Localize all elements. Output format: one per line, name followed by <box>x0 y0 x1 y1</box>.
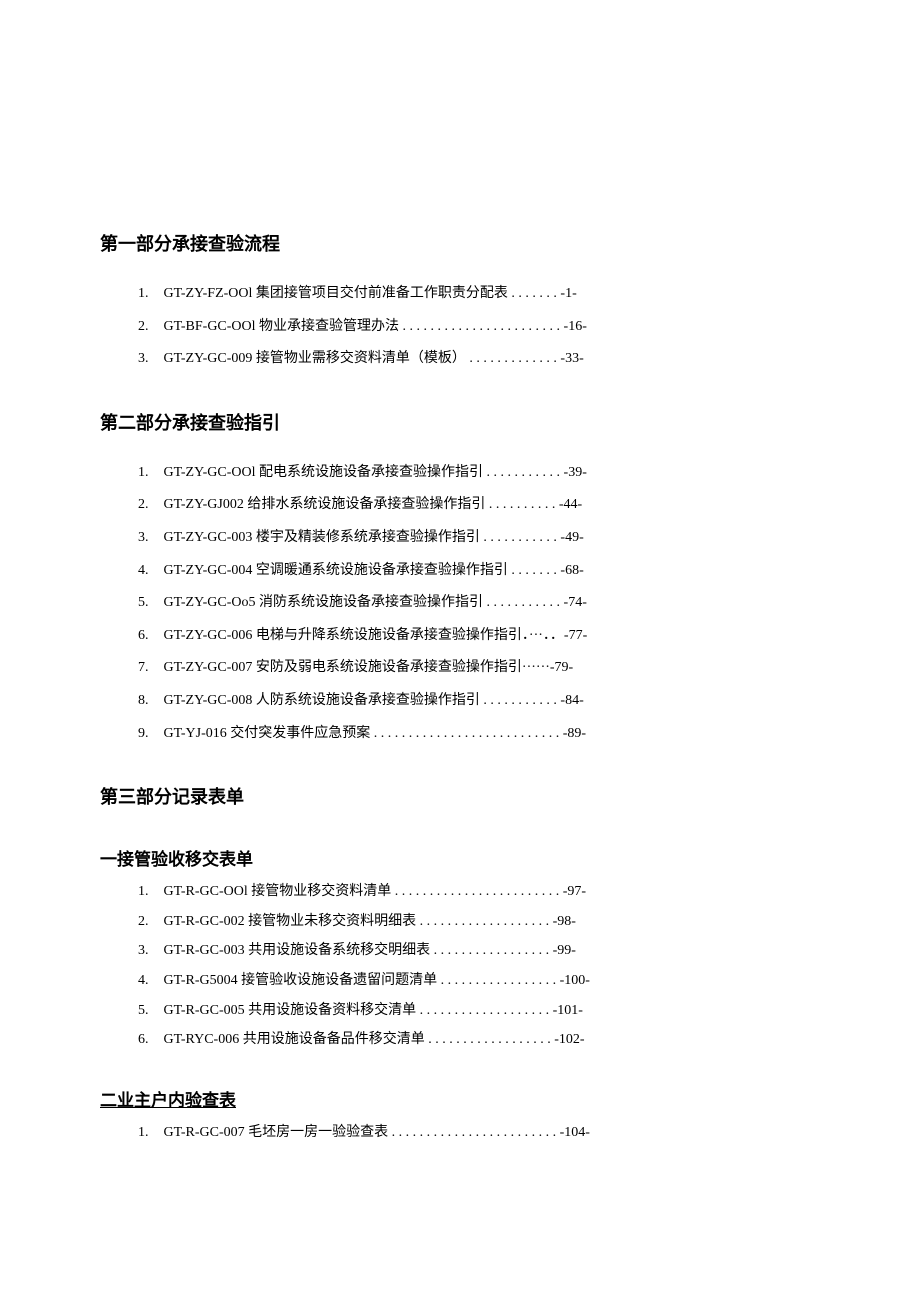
subsection-3-2-heading: 二业主户内验查表 <box>100 1086 820 1111</box>
toc-entry: 8. GT-ZY-GC-008 人防系统设施设备承接查验操作指引 . . . .… <box>138 691 820 711</box>
toc-text: GT-RYC-006 共用设施设备备品件移交清单 . . . . . . . .… <box>164 1032 585 1047</box>
section-1-heading: 第一部分承接查验流程 <box>100 230 820 256</box>
toc-text: GT-ZY-GC-004 空调暖通系统设施设备承接查验操作指引 . . . . … <box>164 563 584 578</box>
toc-entry: 1. GT-ZY-FZ-OOl 集团接管项目交付前准备工作职责分配表 . . .… <box>138 284 820 304</box>
section-2-list: 1. GT-ZY-GC-OOl 配电系统设施设备承接查验操作指引 . . . .… <box>100 463 820 743</box>
toc-text: GT-ZY-FZ-OOl 集团接管项目交付前准备工作职责分配表 . . . . … <box>164 286 577 301</box>
subsection-3-1-heading: 一接管验收移交表单 <box>100 845 820 870</box>
toc-number: 1. <box>138 284 160 304</box>
toc-text: GT-BF-GC-OOl 物业承接查验管理办法 . . . . . . . . … <box>164 319 587 334</box>
toc-number: 3. <box>138 528 160 548</box>
toc-text: GT-ZY-GC-007 安防及弱电系统设施设备承接查验操作指引······-7… <box>164 660 574 675</box>
toc-text: GT-ZY-GJ002 给排水系统设施设备承接查验操作指引 . . . . . … <box>164 497 583 512</box>
toc-number: 1. <box>138 882 160 902</box>
toc-number: 6. <box>138 626 160 646</box>
toc-number: 3. <box>138 941 160 961</box>
toc-number: 5. <box>138 1001 160 1021</box>
toc-entry: 4. GT-R-G5004 接管验收设施设备遗留问题清单 . . . . . .… <box>138 971 820 991</box>
toc-text: GT-ZY-GC-009 接管物业需移交资料清单（模板） . . . . . .… <box>164 351 584 366</box>
section-1-list: 1. GT-ZY-FZ-OOl 集团接管项目交付前准备工作职责分配表 . . .… <box>100 284 820 369</box>
toc-entry: 6. GT-ZY-GC-006 电梯与升降系统设施设备承接查验操作指引．···．… <box>138 626 820 646</box>
toc-number: 1. <box>138 1123 160 1143</box>
toc-number: 5. <box>138 593 160 613</box>
toc-entry: 1. GT-R-GC-007 毛坯房一房一验验查表 . . . . . . . … <box>138 1123 820 1143</box>
toc-entry: 2. GT-BF-GC-OOl 物业承接查验管理办法 . . . . . . .… <box>138 317 820 337</box>
toc-number: 2. <box>138 317 160 337</box>
toc-entry: 5. GT-ZY-GC-Oo5 消防系统设施设备承接查验操作指引 . . . .… <box>138 593 820 613</box>
toc-text: GT-R-G5004 接管验收设施设备遗留问题清单 . . . . . . . … <box>164 973 590 988</box>
toc-entry: 3. GT-ZY-GC-009 接管物业需移交资料清单（模板） . . . . … <box>138 349 820 369</box>
toc-text: GT-ZY-GC-008 人防系统设施设备承接查验操作指引 . . . . . … <box>164 693 584 708</box>
toc-text: GT-ZY-GC-Oo5 消防系统设施设备承接查验操作指引 . . . . . … <box>164 595 587 610</box>
document-page: 第一部分承接查验流程 1. GT-ZY-FZ-OOl 集团接管项目交付前准备工作… <box>100 230 820 1142</box>
toc-text: GT-R-GC-003 共用设施设备系统移交明细表 . . . . . . . … <box>164 943 576 958</box>
toc-number: 4. <box>138 971 160 991</box>
toc-text: GT-ZY-GC-006 电梯与升降系统设施设备承接查验操作指引．···．．-7… <box>164 628 588 643</box>
section-2-heading: 第二部分承接查验指引 <box>100 409 820 435</box>
toc-entry: 1. GT-R-GC-OOl 接管物业移交资料清单 . . . . . . . … <box>138 882 820 902</box>
toc-entry: 4. GT-ZY-GC-004 空调暖通系统设施设备承接查验操作指引 . . .… <box>138 561 820 581</box>
toc-number: 9. <box>138 724 160 744</box>
toc-text: GT-R-GC-002 接管物业未移交资料明细表 . . . . . . . .… <box>164 914 576 929</box>
toc-number: 2. <box>138 912 160 932</box>
toc-number: 4. <box>138 561 160 581</box>
section-3-heading: 第三部分记录表单 <box>100 783 820 809</box>
toc-number: 2. <box>138 495 160 515</box>
toc-entry: 7. GT-ZY-GC-007 安防及弱电系统设施设备承接查验操作指引·····… <box>138 658 820 678</box>
toc-text: GT-R-GC-007 毛坯房一房一验验查表 . . . . . . . . .… <box>164 1125 590 1140</box>
toc-number: 3. <box>138 349 160 369</box>
toc-entry: 2. GT-R-GC-002 接管物业未移交资料明细表 . . . . . . … <box>138 912 820 932</box>
toc-number: 7. <box>138 658 160 678</box>
toc-text: GT-ZY-GC-OOl 配电系统设施设备承接查验操作指引 . . . . . … <box>164 465 587 480</box>
toc-entry: 3. GT-R-GC-003 共用设施设备系统移交明细表 . . . . . .… <box>138 941 820 961</box>
toc-text: GT-YJ-016 交付突发事件应急预案 . . . . . . . . . .… <box>164 726 587 741</box>
subsection-3-1-list: 1. GT-R-GC-OOl 接管物业移交资料清单 . . . . . . . … <box>100 882 820 1050</box>
toc-text: GT-R-GC-OOl 接管物业移交资料清单 . . . . . . . . .… <box>164 884 587 899</box>
toc-entry: 5. GT-R-GC-005 共用设施设备资料移交清单 . . . . . . … <box>138 1001 820 1021</box>
toc-number: 6. <box>138 1030 160 1050</box>
toc-text: GT-ZY-GC-003 楼宇及精装修系统承接查验操作指引 . . . . . … <box>164 530 584 545</box>
subsection-3-2-list: 1. GT-R-GC-007 毛坯房一房一验验查表 . . . . . . . … <box>100 1123 820 1143</box>
toc-text: GT-R-GC-005 共用设施设备资料移交清单 . . . . . . . .… <box>164 1003 583 1018</box>
toc-entry: 1. GT-ZY-GC-OOl 配电系统设施设备承接查验操作指引 . . . .… <box>138 463 820 483</box>
toc-entry: 9. GT-YJ-016 交付突发事件应急预案 . . . . . . . . … <box>138 724 820 744</box>
toc-number: 1. <box>138 463 160 483</box>
toc-number: 8. <box>138 691 160 711</box>
toc-entry: 2. GT-ZY-GJ002 给排水系统设施设备承接查验操作指引 . . . .… <box>138 495 820 515</box>
toc-entry: 3. GT-ZY-GC-003 楼宇及精装修系统承接查验操作指引 . . . .… <box>138 528 820 548</box>
toc-entry: 6. GT-RYC-006 共用设施设备备品件移交清单 . . . . . . … <box>138 1030 820 1050</box>
